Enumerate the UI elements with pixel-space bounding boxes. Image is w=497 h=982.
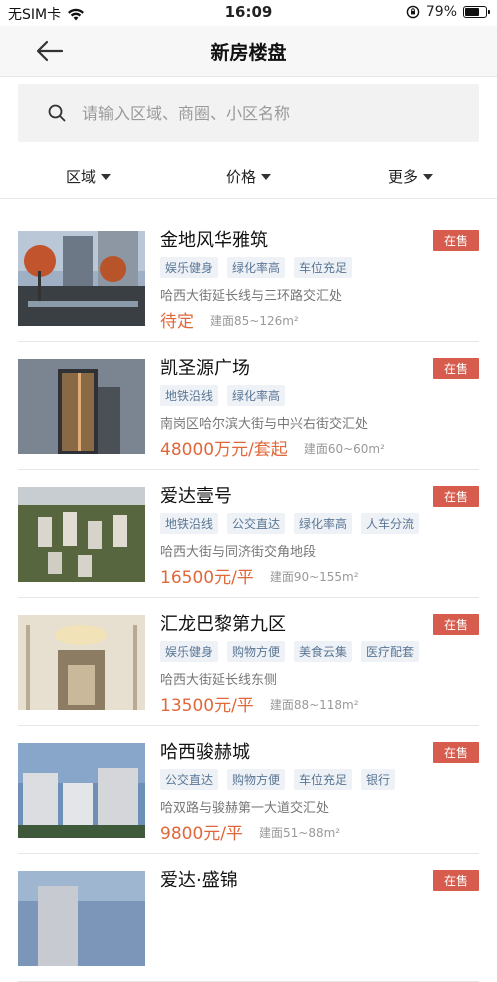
tag-list: 地铁沿线 公交直达 绿化率高 人车分流	[160, 513, 428, 534]
feature-tag: 公交直达	[227, 513, 286, 534]
feature-tag: 车位充足	[294, 257, 353, 278]
listing-photo	[18, 487, 145, 582]
feature-tag: 购物方便	[227, 641, 286, 662]
listing-name: 爱达壹号	[160, 486, 232, 507]
listing-address: 哈西大街延长线与三环路交汇处	[160, 289, 343, 304]
listing-item[interactable]: 爱达壹号 在售 地铁沿线 公交直达 绿化率高 人车分流 哈西大街与同济街交角地段…	[18, 470, 479, 598]
caret-down-icon	[423, 173, 434, 180]
listing-photo	[18, 743, 145, 838]
feature-tag: 人车分流	[361, 513, 420, 534]
feature-tag: 绿化率高	[294, 513, 353, 534]
page-title: 新房楼盘	[210, 42, 287, 64]
feature-tag: 美食云集	[294, 641, 353, 662]
listing-name: 凯圣源广场	[160, 358, 250, 379]
listing-name: 金地风华雅筑	[160, 230, 268, 251]
listing-price-row: 48000万元/套起 建面60~60m²	[160, 435, 385, 460]
tag-list: 娱乐健身 购物方便 美食云集 医疗配套	[160, 641, 428, 662]
feature-tag: 公交直达	[160, 769, 219, 790]
listing-address: 南岗区哈尔滨大街与中兴右街交汇处	[160, 417, 369, 432]
listing-name: 哈西骏赫城	[160, 742, 250, 763]
listing-address: 哈双路与骏赫第一大道交汇处	[160, 801, 330, 816]
listing-item[interactable]: 凯圣源广场 在售 地铁沿线 绿化率高 南岗区哈尔滨大街与中兴右街交汇处 4800…	[18, 342, 479, 470]
battery-percent: 79%	[425, 4, 457, 20]
listing-name: 汇龙巴黎第九区	[160, 614, 286, 635]
status-badge: 在售	[432, 486, 479, 507]
listing-address: 哈西大街与同济街交角地段	[160, 545, 317, 560]
filter-label: 价格	[226, 168, 257, 186]
listing-price: 待定	[160, 312, 194, 332]
tag-list: 公交直达 购物方便 车位充足 银行	[160, 769, 404, 790]
listing-photo	[18, 871, 145, 966]
filter-label: 区域	[66, 168, 97, 186]
feature-tag: 娱乐健身	[160, 257, 219, 278]
tag-list: 娱乐健身 绿化率高 车位充足	[160, 257, 361, 278]
feature-tag: 绿化率高	[227, 257, 286, 278]
filter-region[interactable]: 区域	[66, 166, 112, 187]
listing-price: 9800元/平	[160, 824, 243, 844]
tag-list: 地铁沿线 绿化率高	[160, 385, 294, 406]
caret-down-icon	[101, 173, 112, 180]
listing-photo	[18, 615, 145, 710]
listing-item[interactable]: 哈西骏赫城 在售 公交直达 购物方便 车位充足 银行 哈双路与骏赫第一大道交汇处…	[18, 726, 479, 854]
filter-price[interactable]: 价格	[226, 166, 272, 187]
listing-area: 建面90~155m²	[269, 570, 359, 584]
listing-price: 48000万元/套起	[160, 440, 288, 460]
listing-item[interactable]: 汇龙巴黎第九区 在售 娱乐健身 购物方便 美食云集 医疗配套 哈西大街延长线东侧…	[18, 598, 479, 726]
filter-label: 更多	[388, 168, 419, 186]
listing-area: 建面51~88m²	[259, 826, 341, 840]
listing-address: 哈西大街延长线东侧	[160, 673, 278, 688]
listing-photo	[18, 359, 145, 454]
status-badge: 在售	[432, 742, 479, 763]
status-badge: 在售	[432, 870, 479, 891]
listing-area: 建面88~118m²	[269, 698, 359, 712]
listing-price-row: 待定 建面85~126m²	[160, 307, 299, 332]
status-badge: 在售	[432, 614, 479, 635]
listing-item[interactable]: 爱达·盛锦 在售	[18, 854, 479, 982]
filter-bar: 区域 价格 更多	[0, 154, 497, 199]
status-badge: 在售	[432, 230, 479, 251]
feature-tag: 银行	[361, 769, 396, 790]
listing-area: 建面85~126m²	[210, 314, 299, 328]
status-bar: 无SIM卡 16:09 79%	[0, 0, 497, 26]
listing-photo	[18, 231, 145, 326]
status-right: 79%	[406, 4, 490, 20]
feature-tag: 医疗配套	[361, 641, 420, 662]
search-icon	[48, 104, 66, 122]
listing-price-row: 16500元/平 建面90~155m²	[160, 563, 359, 588]
feature-tag: 绿化率高	[227, 385, 286, 406]
search-bar[interactable]	[18, 84, 479, 142]
battery-icon	[463, 6, 490, 18]
listing-area: 建面60~60m²	[303, 442, 385, 456]
feature-tag: 购物方便	[227, 769, 286, 790]
feature-tag: 娱乐健身	[160, 641, 219, 662]
search-input[interactable]	[80, 102, 444, 124]
listing-price: 16500元/平	[160, 568, 254, 588]
feature-tag: 地铁沿线	[160, 385, 219, 406]
listing-price: 13500元/平	[160, 696, 254, 716]
status-badge: 在售	[432, 358, 479, 379]
listing-price-row: 13500元/平 建面88~118m²	[160, 691, 359, 716]
listing-item[interactable]: 金地风华雅筑 在售 娱乐健身 绿化率高 车位充足 哈西大街延长线与三环路交汇处 …	[18, 214, 479, 342]
filter-more[interactable]: 更多	[388, 166, 434, 187]
navigation-bar: 新房楼盘	[0, 26, 497, 77]
feature-tag: 地铁沿线	[160, 513, 219, 534]
orientation-lock-icon	[406, 5, 420, 19]
caret-down-icon	[261, 173, 272, 180]
listing-price-row: 9800元/平 建面51~88m²	[160, 819, 340, 844]
listing-name: 爱达·盛锦	[160, 870, 238, 891]
feature-tag: 车位充足	[294, 769, 353, 790]
